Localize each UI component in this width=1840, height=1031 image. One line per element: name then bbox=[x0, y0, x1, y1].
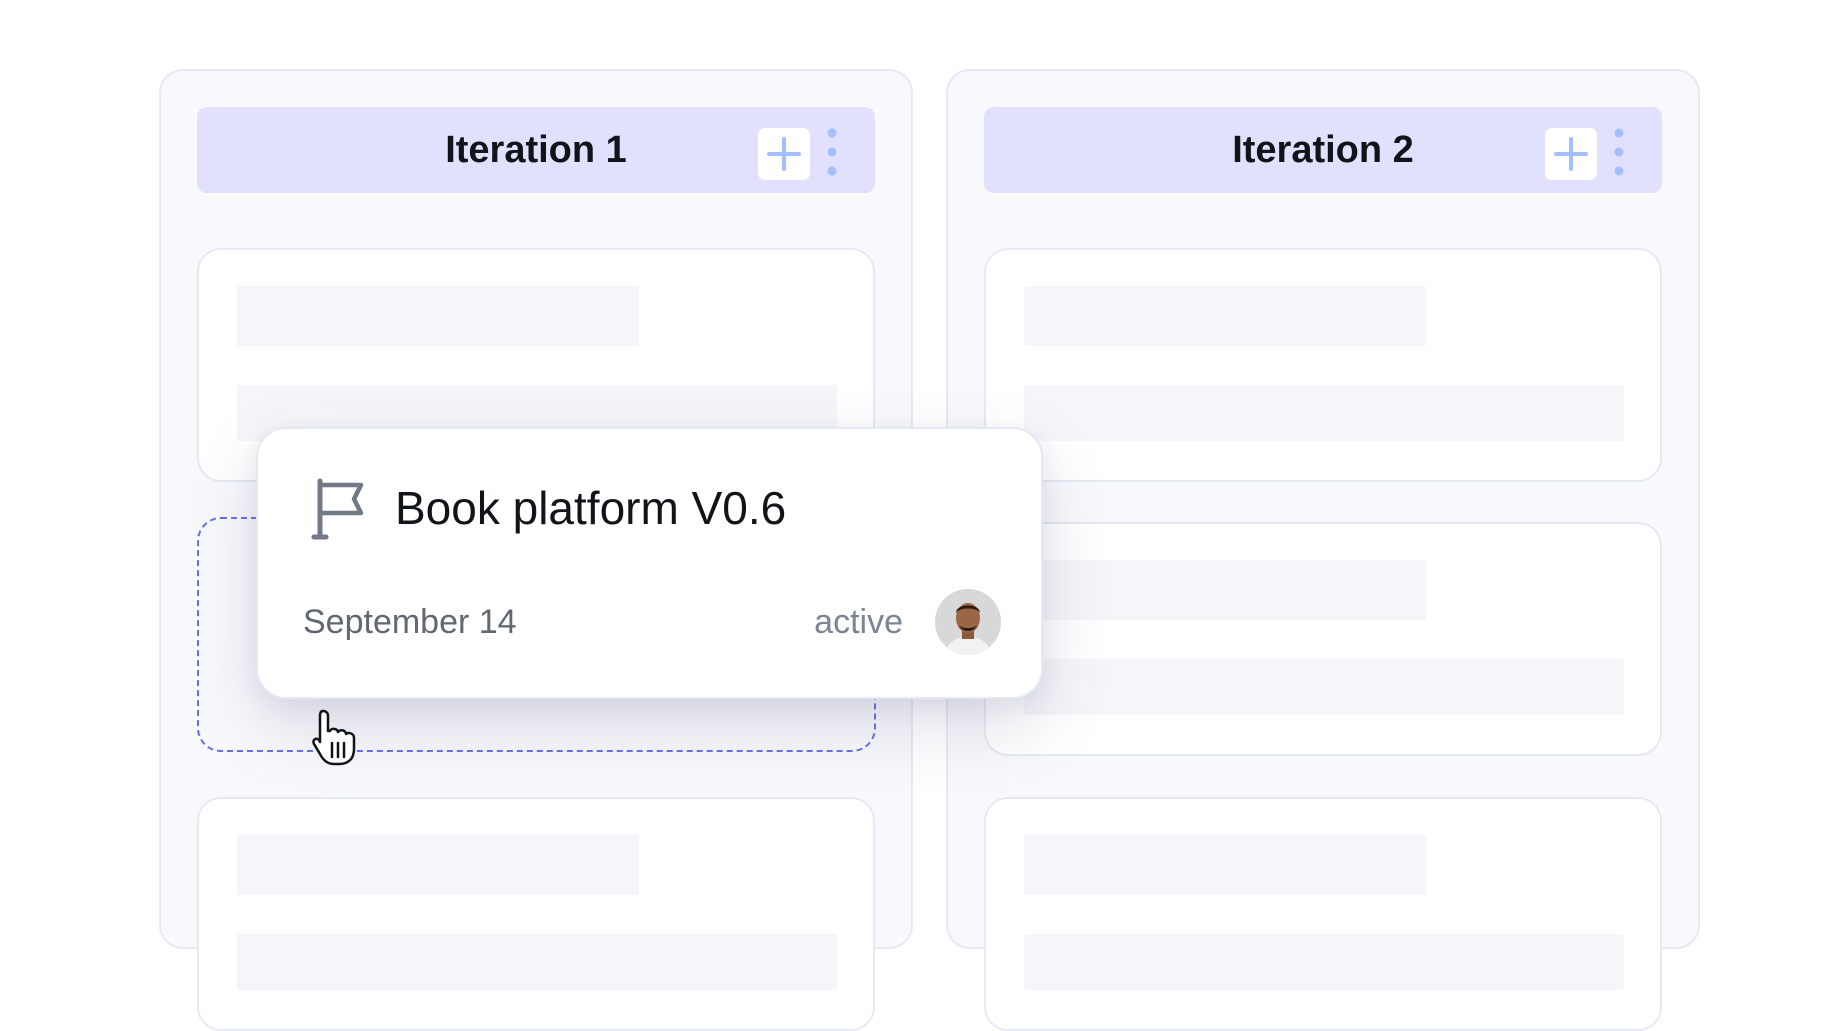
card-title: Book platform V0.6 bbox=[395, 482, 787, 534]
placeholder-line bbox=[237, 286, 639, 346]
hand-cursor-icon bbox=[312, 709, 356, 766]
more-vertical-icon bbox=[827, 128, 837, 176]
placeholder-line bbox=[1024, 560, 1426, 620]
flag-icon bbox=[311, 478, 364, 540]
card-date: September 14 bbox=[303, 603, 517, 641]
placeholder-line bbox=[1024, 835, 1426, 895]
plus-icon bbox=[767, 137, 801, 171]
plus-icon bbox=[1554, 137, 1588, 171]
placeholder-line bbox=[237, 934, 837, 990]
user-avatar[interactable] bbox=[935, 589, 1001, 655]
add-card-button[interactable] bbox=[758, 128, 810, 180]
more-vertical-icon bbox=[1614, 128, 1624, 176]
more-options-button[interactable] bbox=[1608, 128, 1630, 176]
placeholder-line bbox=[1024, 934, 1624, 990]
column-header: Iteration 1 bbox=[197, 107, 875, 193]
more-options-button[interactable] bbox=[821, 128, 843, 176]
status-label: active bbox=[814, 603, 903, 641]
placeholder-line bbox=[1024, 659, 1624, 715]
placeholder-line bbox=[237, 835, 639, 895]
placeholder-line bbox=[1024, 385, 1624, 441]
column-header: Iteration 2 bbox=[984, 107, 1662, 193]
iteration-column-2: Iteration 2 bbox=[946, 69, 1700, 1031]
add-card-button[interactable] bbox=[1545, 128, 1597, 180]
placeholder-card[interactable] bbox=[984, 248, 1662, 482]
dragged-task-card[interactable]: Book platform V0.6 September 14 active bbox=[256, 427, 1043, 699]
placeholder-line bbox=[1024, 286, 1426, 346]
avatar-photo bbox=[935, 589, 1001, 655]
placeholder-card[interactable] bbox=[197, 797, 875, 1031]
placeholder-card[interactable] bbox=[984, 522, 1662, 756]
placeholder-card[interactable] bbox=[984, 797, 1662, 1031]
